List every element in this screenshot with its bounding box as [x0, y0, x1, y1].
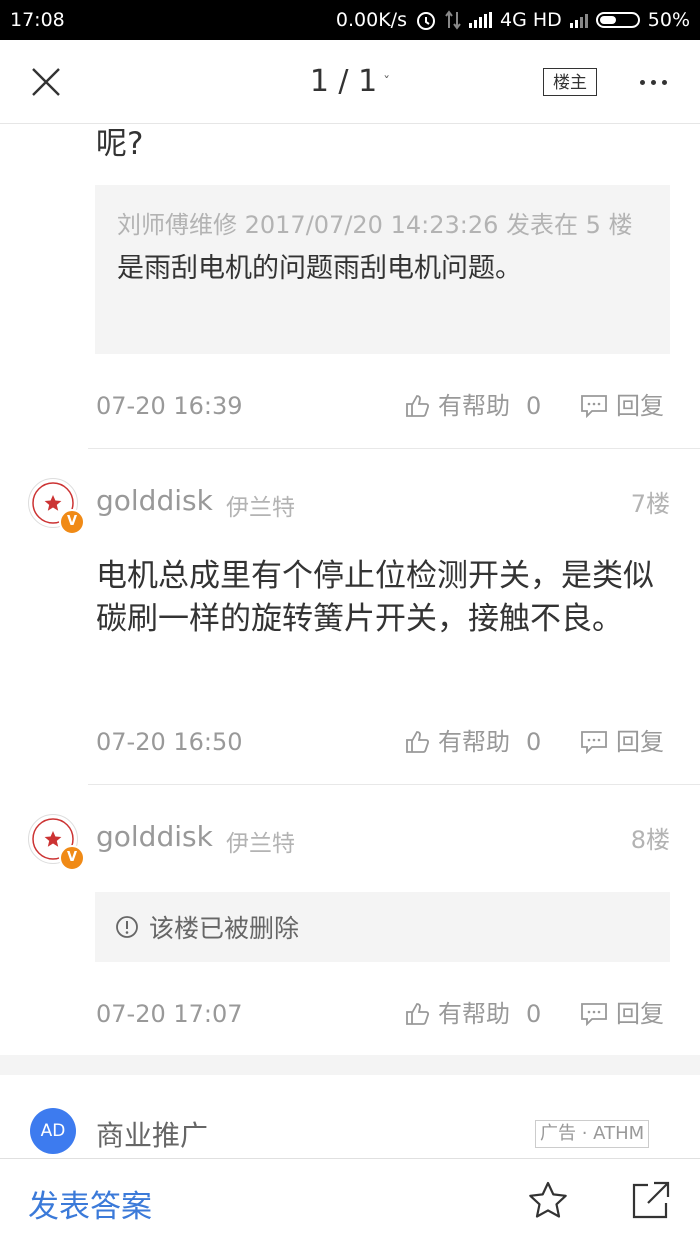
helpful-button[interactable]: 有帮助 0: [404, 994, 541, 1034]
reply-button[interactable]: 回复: [580, 994, 664, 1034]
comment-icon: [581, 395, 607, 418]
thumbs-up-icon: [406, 731, 430, 753]
signal-2-icon: [569, 12, 588, 28]
post-trailing-text: 呢?: [96, 126, 144, 162]
helpful-button[interactable]: 有帮助 0: [404, 386, 541, 426]
page-indicator-text: 1 / 1: [309, 64, 378, 99]
deleted-post-notice: 该楼已被删除: [95, 892, 670, 962]
post-divider: [88, 784, 700, 785]
post-date: 07-20 17:07: [96, 1000, 243, 1028]
status-time: 17:08: [10, 9, 65, 31]
section-separator: [0, 1055, 700, 1075]
post-date: 07-20 16:39: [96, 392, 243, 420]
avatar[interactable]: V: [28, 478, 85, 535]
status-bar: 17:08 0.00K/s 4G HD 50%: [0, 0, 700, 40]
more-icon[interactable]: [632, 70, 674, 94]
ad-badge: AD: [30, 1108, 76, 1154]
battery-icon: [595, 12, 640, 28]
helpful-count: 0: [526, 1000, 542, 1028]
post-meta-row: 07-20 17:07 有帮助 0 回复: [96, 994, 670, 1034]
thumbs-up-icon: [406, 1003, 430, 1025]
reply-button[interactable]: 回复: [580, 722, 664, 762]
post-header: V golddisk 伊兰特 7楼: [28, 478, 670, 535]
helpful-label: 有帮助: [438, 1000, 510, 1028]
reply-label: 回复: [616, 392, 664, 420]
post-date: 07-20 16:50: [96, 728, 243, 756]
alarm-icon: [416, 12, 435, 30]
post-answer-button[interactable]: 发表答案: [28, 1181, 152, 1226]
reply-button[interactable]: 回复: [580, 386, 664, 426]
deleted-text: 该楼已被删除: [149, 914, 300, 943]
post-divider: [88, 448, 700, 449]
quoted-reply: 刘师傅维修 2017/07/20 14:23:26 发表在 5 楼 是雨刮电机的…: [95, 185, 670, 354]
username[interactable]: golddisk: [96, 484, 213, 517]
comment-icon: [581, 1003, 607, 1026]
reply-label: 回复: [616, 728, 664, 756]
verified-badge: V: [59, 509, 85, 535]
network-speed: 0.00K/s: [335, 9, 407, 31]
network-type: 4G HD: [499, 9, 562, 31]
helpful-label: 有帮助: [438, 392, 510, 420]
helpful-count: 0: [526, 392, 542, 420]
chevron-down-icon: ˇ: [383, 74, 391, 91]
bottom-bar: 发表答案: [0, 1158, 700, 1244]
quote-meta: 刘师傅维修 2017/07/20 14:23:26 发表在 5 楼: [117, 211, 633, 239]
battery-fill: [599, 16, 616, 24]
ad-row[interactable]: AD 商业推广 广告 · ATHM: [30, 1108, 672, 1158]
quote-text: 是雨刮电机的问题雨刮电机问题。: [117, 253, 522, 284]
battery-percent: 50%: [647, 9, 690, 31]
star-icon[interactable]: [526, 1179, 570, 1223]
top-navbar: 1 / 1 ˇ 楼主: [0, 40, 700, 124]
user-car-model: 伊兰特: [226, 831, 295, 857]
post-header: V golddisk 伊兰特 8楼: [28, 814, 670, 871]
helpful-count: 0: [526, 728, 542, 756]
status-right: 0.00K/s 4G HD 50%: [336, 9, 690, 31]
user-car-model: 伊兰特: [226, 495, 295, 521]
ad-title: 商业推广: [96, 1119, 209, 1152]
thumbs-up-icon: [406, 395, 430, 417]
share-icon[interactable]: [628, 1179, 672, 1223]
comment-icon: [581, 731, 607, 754]
floor-number: 7楼: [630, 490, 670, 518]
username[interactable]: golddisk: [96, 820, 213, 853]
reply-label: 回复: [616, 1000, 664, 1028]
helpful-label: 有帮助: [438, 728, 510, 756]
helpful-button[interactable]: 有帮助 0: [404, 722, 541, 762]
ad-tag: 广告 · ATHM: [535, 1120, 650, 1148]
signal-icon: [468, 12, 492, 28]
data-arrows-icon: [445, 10, 461, 30]
floor-number: 8楼: [630, 826, 670, 854]
post-meta-row: 07-20 16:39 有帮助 0 回复: [96, 386, 670, 426]
post-meta-row: 07-20 16:50 有帮助 0 回复: [96, 722, 670, 762]
louzhu-filter-button[interactable]: 楼主: [543, 68, 597, 96]
post-body: 电机总成里有个停止位检测开关，是类似碳刷一样的旋转簧片开关，接触不良。: [96, 558, 654, 637]
verified-badge: V: [59, 845, 85, 871]
info-icon: [116, 916, 138, 938]
avatar[interactable]: V: [28, 814, 85, 871]
